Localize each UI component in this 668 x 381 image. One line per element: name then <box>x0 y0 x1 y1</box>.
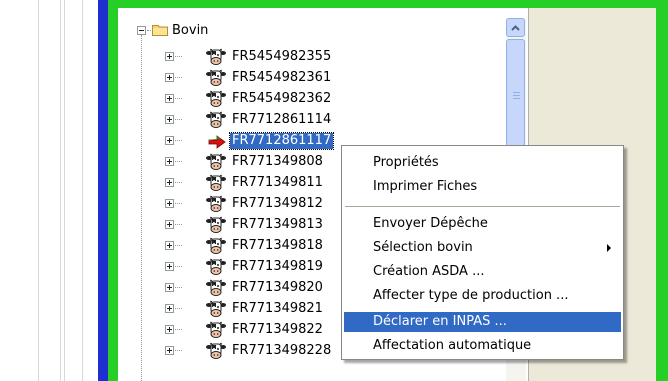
menu-item-proprietes[interactable]: Propriétés <box>344 153 621 173</box>
blue-frame <box>98 0 108 381</box>
folder-icon <box>152 25 168 36</box>
tree-node-label[interactable]: FR771349812 <box>230 196 325 212</box>
tree-root-label[interactable]: Bovin <box>170 23 210 39</box>
cow-icon <box>206 237 226 255</box>
tree-node-label[interactable]: FR771349822 <box>230 322 325 338</box>
tree-node-label[interactable]: FR5454982362 <box>230 91 333 107</box>
cow-icon <box>206 90 226 108</box>
tree-node-label[interactable]: FR771349813 <box>230 217 325 233</box>
cow-icon <box>206 216 226 234</box>
expand-toggle[interactable] <box>165 94 174 103</box>
cow-icon <box>206 342 226 360</box>
cow-icon <box>206 258 226 276</box>
expand-toggle[interactable] <box>165 73 174 82</box>
tree-node-label[interactable]: FR771349821 <box>230 301 325 317</box>
grid-line <box>82 0 83 381</box>
menu-separator <box>345 206 620 207</box>
cow-icon <box>206 48 226 66</box>
green-frame-right <box>656 8 668 381</box>
expand-toggle[interactable] <box>165 325 174 334</box>
tree-node-label[interactable]: FR5454982361 <box>230 70 333 86</box>
expand-toggle[interactable] <box>165 346 174 355</box>
tree-node-label[interactable]: FR7713498228 <box>230 343 333 359</box>
cow-icon <box>206 111 226 129</box>
menu-item-declarer-inpas[interactable]: Déclarer en INPAS ... <box>344 312 621 332</box>
scroll-up-button[interactable] <box>506 18 525 37</box>
menu-item-selection-bovin[interactable]: Sélection bovin <box>344 238 621 258</box>
expand-toggle[interactable] <box>165 199 174 208</box>
expand-toggle[interactable] <box>165 115 174 124</box>
cow-icon <box>206 153 226 171</box>
cow-icon <box>206 300 226 318</box>
tree-node-label[interactable]: FR7712861114 <box>230 112 333 128</box>
expand-toggle[interactable] <box>165 52 174 61</box>
expand-toggle[interactable] <box>165 304 174 313</box>
menu-item-affecter-type-production[interactable]: Affecter type de production ... <box>344 286 621 306</box>
cow-icon <box>206 69 226 87</box>
background-pane <box>0 0 98 381</box>
tree-node-label-selected[interactable]: FR7712861117 <box>228 132 335 150</box>
menu-item-envoyer-depeche[interactable]: Envoyer Dépêche <box>344 214 621 234</box>
chevron-up-icon <box>511 24 520 31</box>
expand-toggle[interactable] <box>165 220 174 229</box>
tree-node-label[interactable]: FR771349818 <box>230 238 325 254</box>
green-frame-left <box>108 8 118 381</box>
tree-node-label[interactable]: FR771349808 <box>230 154 325 170</box>
tree-node-label[interactable]: FR771349820 <box>230 280 325 296</box>
menu-item-creation-asda[interactable]: Création ASDA ... <box>344 262 621 282</box>
expand-toggle[interactable] <box>165 136 174 145</box>
tree-node-label[interactable]: FR771349819 <box>230 259 325 275</box>
tree-node-label[interactable]: FR771349811 <box>230 175 325 191</box>
collapse-toggle[interactable] <box>137 26 146 35</box>
grid-line <box>60 0 61 381</box>
context-menu: Propriétés Imprimer Fiches Envoyer Dépêc… <box>341 145 624 360</box>
cow-icon <box>206 279 226 297</box>
menu-item-affectation-automatique[interactable]: Affectation automatique <box>344 336 621 356</box>
scroll-thumb[interactable] <box>506 39 525 151</box>
menu-item-label: Sélection bovin <box>373 240 473 255</box>
grid-line <box>38 0 39 381</box>
arrow-icon <box>208 134 226 149</box>
tree-node-label[interactable]: FR5454982355 <box>230 49 333 65</box>
expand-toggle[interactable] <box>165 283 174 292</box>
expand-toggle[interactable] <box>165 178 174 187</box>
expand-toggle[interactable] <box>165 262 174 271</box>
menu-item-imprimer-fiches[interactable]: Imprimer Fiches <box>344 177 621 197</box>
expand-toggle[interactable] <box>165 241 174 250</box>
green-frame-top <box>108 0 668 8</box>
cow-icon <box>206 195 226 213</box>
submenu-arrow-icon <box>607 244 611 252</box>
grid-line <box>64 0 65 381</box>
cow-icon <box>206 174 226 192</box>
expand-toggle[interactable] <box>165 157 174 166</box>
cow-icon <box>206 321 226 339</box>
